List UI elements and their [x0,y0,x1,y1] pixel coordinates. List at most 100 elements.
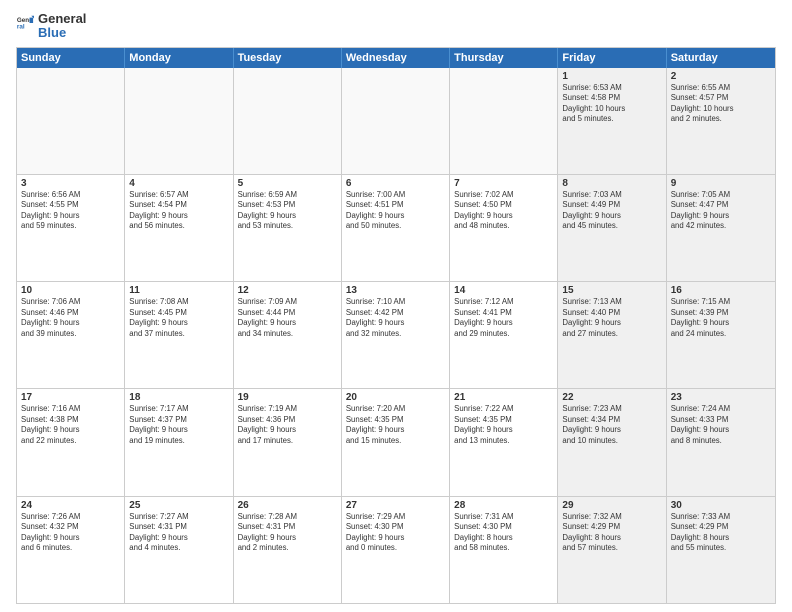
day-detail: Sunrise: 7:22 AM Sunset: 4:35 PM Dayligh… [454,404,553,446]
day-number: 6 [346,178,445,189]
day-number: 3 [21,178,120,189]
day-detail: Sunrise: 7:02 AM Sunset: 4:50 PM Dayligh… [454,190,553,232]
day-detail: Sunrise: 7:12 AM Sunset: 4:41 PM Dayligh… [454,297,553,339]
header-day-tuesday: Tuesday [234,48,342,68]
calendar-row-2: 10Sunrise: 7:06 AM Sunset: 4:46 PM Dayli… [17,282,775,389]
day-number: 7 [454,178,553,189]
day-number: 22 [562,392,661,403]
calendar-cell-2-5: 15Sunrise: 7:13 AM Sunset: 4:40 PM Dayli… [558,282,666,388]
header-day-wednesday: Wednesday [342,48,450,68]
calendar-cell-1-5: 8Sunrise: 7:03 AM Sunset: 4:49 PM Daylig… [558,175,666,281]
calendar-cell-1-1: 4Sunrise: 6:57 AM Sunset: 4:54 PM Daylig… [125,175,233,281]
svg-text:ral: ral [17,23,25,30]
day-number: 28 [454,500,553,511]
day-number: 26 [238,500,337,511]
header-day-friday: Friday [558,48,666,68]
calendar-cell-2-6: 16Sunrise: 7:15 AM Sunset: 4:39 PM Dayli… [667,282,775,388]
day-detail: Sunrise: 7:08 AM Sunset: 4:45 PM Dayligh… [129,297,228,339]
logo-icon: Gene ral [16,14,34,32]
calendar-cell-2-0: 10Sunrise: 7:06 AM Sunset: 4:46 PM Dayli… [17,282,125,388]
day-detail: Sunrise: 7:13 AM Sunset: 4:40 PM Dayligh… [562,297,661,339]
header-day-thursday: Thursday [450,48,558,68]
day-number: 5 [238,178,337,189]
calendar-row-0: 1Sunrise: 6:53 AM Sunset: 4:58 PM Daylig… [17,68,775,175]
calendar-cell-0-0 [17,68,125,174]
calendar-cell-0-3 [342,68,450,174]
calendar-cell-3-6: 23Sunrise: 7:24 AM Sunset: 4:33 PM Dayli… [667,389,775,495]
calendar-cell-3-3: 20Sunrise: 7:20 AM Sunset: 4:35 PM Dayli… [342,389,450,495]
day-number: 23 [671,392,771,403]
day-detail: Sunrise: 7:03 AM Sunset: 4:49 PM Dayligh… [562,190,661,232]
calendar-cell-3-2: 19Sunrise: 7:19 AM Sunset: 4:36 PM Dayli… [234,389,342,495]
day-number: 11 [129,285,228,296]
day-detail: Sunrise: 7:17 AM Sunset: 4:37 PM Dayligh… [129,404,228,446]
calendar-cell-3-5: 22Sunrise: 7:23 AM Sunset: 4:34 PM Dayli… [558,389,666,495]
calendar: SundayMondayTuesdayWednesdayThursdayFrid… [16,47,776,604]
calendar-cell-4-4: 28Sunrise: 7:31 AM Sunset: 4:30 PM Dayli… [450,497,558,603]
calendar-cell-2-3: 13Sunrise: 7:10 AM Sunset: 4:42 PM Dayli… [342,282,450,388]
calendar-cell-4-3: 27Sunrise: 7:29 AM Sunset: 4:30 PM Dayli… [342,497,450,603]
day-detail: Sunrise: 7:28 AM Sunset: 4:31 PM Dayligh… [238,512,337,554]
day-number: 16 [671,285,771,296]
day-number: 17 [21,392,120,403]
logo-text-line1: General [38,12,86,26]
day-number: 1 [562,71,661,82]
day-detail: Sunrise: 7:06 AM Sunset: 4:46 PM Dayligh… [21,297,120,339]
calendar-cell-4-1: 25Sunrise: 7:27 AM Sunset: 4:31 PM Dayli… [125,497,233,603]
day-detail: Sunrise: 7:26 AM Sunset: 4:32 PM Dayligh… [21,512,120,554]
page-header: Gene ral General Blue [16,12,776,41]
day-detail: Sunrise: 7:05 AM Sunset: 4:47 PM Dayligh… [671,190,771,232]
logo: Gene ral General Blue [16,12,86,41]
header-day-sunday: Sunday [17,48,125,68]
calendar-cell-3-1: 18Sunrise: 7:17 AM Sunset: 4:37 PM Dayli… [125,389,233,495]
day-detail: Sunrise: 7:32 AM Sunset: 4:29 PM Dayligh… [562,512,661,554]
day-number: 21 [454,392,553,403]
calendar-cell-0-1 [125,68,233,174]
calendar-cell-3-4: 21Sunrise: 7:22 AM Sunset: 4:35 PM Dayli… [450,389,558,495]
calendar-cell-2-2: 12Sunrise: 7:09 AM Sunset: 4:44 PM Dayli… [234,282,342,388]
day-number: 12 [238,285,337,296]
day-detail: Sunrise: 7:33 AM Sunset: 4:29 PM Dayligh… [671,512,771,554]
day-detail: Sunrise: 7:09 AM Sunset: 4:44 PM Dayligh… [238,297,337,339]
day-number: 2 [671,71,771,82]
calendar-cell-4-0: 24Sunrise: 7:26 AM Sunset: 4:32 PM Dayli… [17,497,125,603]
calendar-cell-0-5: 1Sunrise: 6:53 AM Sunset: 4:58 PM Daylig… [558,68,666,174]
day-number: 18 [129,392,228,403]
day-detail: Sunrise: 7:19 AM Sunset: 4:36 PM Dayligh… [238,404,337,446]
calendar-cell-1-3: 6Sunrise: 7:00 AM Sunset: 4:51 PM Daylig… [342,175,450,281]
calendar-cell-1-2: 5Sunrise: 6:59 AM Sunset: 4:53 PM Daylig… [234,175,342,281]
day-detail: Sunrise: 6:56 AM Sunset: 4:55 PM Dayligh… [21,190,120,232]
day-detail: Sunrise: 7:29 AM Sunset: 4:30 PM Dayligh… [346,512,445,554]
calendar-row-1: 3Sunrise: 6:56 AM Sunset: 4:55 PM Daylig… [17,175,775,282]
day-detail: Sunrise: 7:27 AM Sunset: 4:31 PM Dayligh… [129,512,228,554]
calendar-row-4: 24Sunrise: 7:26 AM Sunset: 4:32 PM Dayli… [17,497,775,603]
day-number: 27 [346,500,445,511]
header-day-monday: Monday [125,48,233,68]
calendar-cell-2-1: 11Sunrise: 7:08 AM Sunset: 4:45 PM Dayli… [125,282,233,388]
calendar-cell-3-0: 17Sunrise: 7:16 AM Sunset: 4:38 PM Dayli… [17,389,125,495]
day-number: 14 [454,285,553,296]
calendar-cell-1-4: 7Sunrise: 7:02 AM Sunset: 4:50 PM Daylig… [450,175,558,281]
day-detail: Sunrise: 7:20 AM Sunset: 4:35 PM Dayligh… [346,404,445,446]
calendar-cell-4-2: 26Sunrise: 7:28 AM Sunset: 4:31 PM Dayli… [234,497,342,603]
day-number: 29 [562,500,661,511]
day-number: 20 [346,392,445,403]
day-number: 4 [129,178,228,189]
header-day-saturday: Saturday [667,48,775,68]
logo-text-line2: Blue [38,26,86,40]
day-detail: Sunrise: 7:00 AM Sunset: 4:51 PM Dayligh… [346,190,445,232]
calendar-cell-4-5: 29Sunrise: 7:32 AM Sunset: 4:29 PM Dayli… [558,497,666,603]
day-number: 30 [671,500,771,511]
day-detail: Sunrise: 7:24 AM Sunset: 4:33 PM Dayligh… [671,404,771,446]
day-detail: Sunrise: 7:16 AM Sunset: 4:38 PM Dayligh… [21,404,120,446]
calendar-cell-4-6: 30Sunrise: 7:33 AM Sunset: 4:29 PM Dayli… [667,497,775,603]
day-number: 15 [562,285,661,296]
calendar-cell-1-6: 9Sunrise: 7:05 AM Sunset: 4:47 PM Daylig… [667,175,775,281]
day-detail: Sunrise: 7:23 AM Sunset: 4:34 PM Dayligh… [562,404,661,446]
day-number: 19 [238,392,337,403]
day-number: 8 [562,178,661,189]
day-detail: Sunrise: 7:31 AM Sunset: 4:30 PM Dayligh… [454,512,553,554]
calendar-header: SundayMondayTuesdayWednesdayThursdayFrid… [17,48,775,68]
calendar-cell-2-4: 14Sunrise: 7:12 AM Sunset: 4:41 PM Dayli… [450,282,558,388]
day-number: 9 [671,178,771,189]
